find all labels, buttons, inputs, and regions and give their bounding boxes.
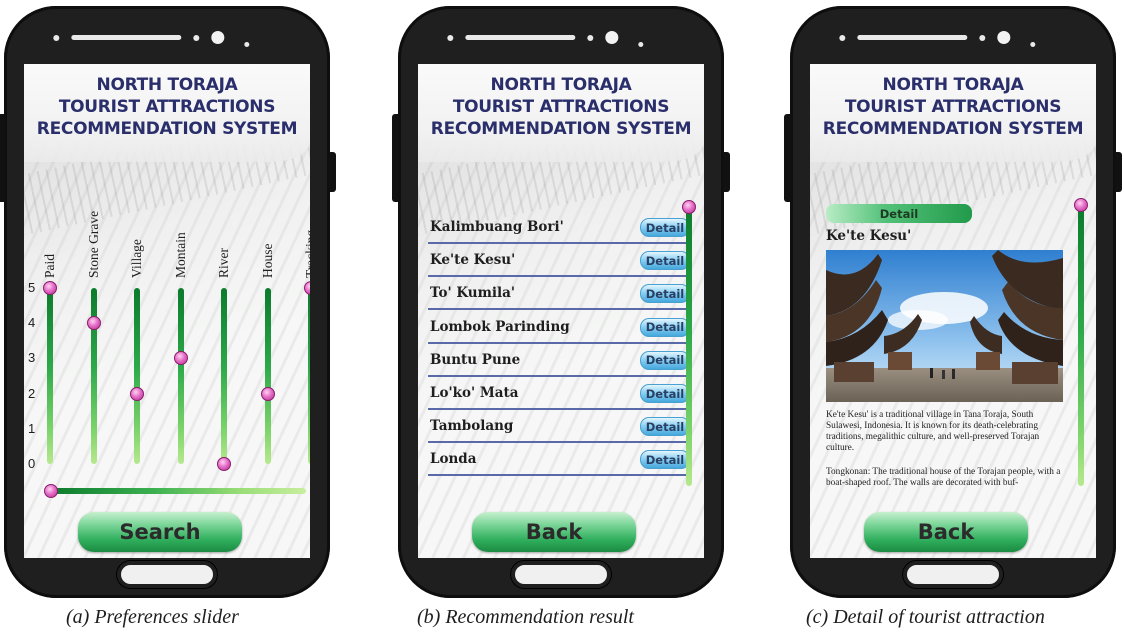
attraction-description-more: Tongkonan: The traditional house of the …	[826, 467, 1061, 488]
app-title: NORTH TORAJA TOURIST ATTRACTIONS RECOMME…	[430, 75, 692, 139]
scale-label: 4	[28, 315, 36, 331]
volume-button	[784, 114, 791, 202]
detail-button[interactable]: Detail	[640, 350, 690, 370]
slider-knob[interactable]	[217, 457, 231, 471]
list-item: Kalimbuang Bori' Detail	[428, 214, 690, 244]
list-item: Lo'ko' Mata Detail	[428, 380, 690, 410]
slider-knob[interactable]	[260, 386, 275, 401]
scale-label: 0	[28, 456, 36, 471]
slider-label: Montain	[172, 232, 188, 278]
speaker-bar	[447, 28, 644, 47]
power-button	[1115, 152, 1122, 192]
slider-track[interactable]	[134, 288, 140, 464]
attraction-name: Buntu Pune	[430, 351, 521, 368]
slider-track[interactable]	[47, 288, 53, 464]
detail-button[interactable]: Detail	[640, 450, 690, 470]
detail-button[interactable]: Detail	[640, 384, 690, 403]
list-item: Lombok Parinding Detail	[428, 314, 690, 344]
scale-label: 1	[28, 420, 36, 436]
app-title: NORTH TORAJA TOURIST ATTRACTIONS RECOMME…	[36, 75, 298, 139]
detail-button[interactable]: Detail	[640, 251, 690, 271]
list-item: Tambolang Detail	[428, 413, 690, 444]
volume-button	[0, 114, 5, 202]
scale-label: 5	[28, 280, 36, 295]
attraction-photo	[826, 250, 1063, 402]
caption-a: (a) Preferences slider	[66, 606, 239, 628]
list-item: Ke'te Kesu' Detail	[428, 247, 690, 278]
detail-tab[interactable]: Detail	[826, 204, 972, 223]
slider-knob[interactable]	[130, 386, 144, 401]
power-button	[723, 152, 730, 192]
volume-button	[392, 114, 399, 202]
slider-knob[interactable]	[43, 281, 57, 295]
slider-label: Stone Grave	[85, 210, 101, 278]
attraction-description: Ke'te Kesu' is a traditional village in …	[826, 410, 1040, 453]
home-button[interactable]	[903, 561, 1003, 588]
phone-frame-preferences: NORTH TORAJA TOURIST ATTRACTIONS RECOMME…	[0, 6, 336, 598]
caption-c: (c) Detail of tourist attraction	[806, 606, 1045, 628]
slider-label: Village	[129, 239, 144, 278]
slider-label: House	[259, 243, 275, 279]
front-camera-icon	[211, 31, 225, 44]
home-button[interactable]	[511, 561, 611, 588]
attraction-name: Tambolang	[430, 418, 514, 435]
detail-button[interactable]: Detail	[640, 417, 690, 437]
home-button[interactable]	[117, 561, 217, 588]
slider-track[interactable]	[308, 288, 310, 464]
slider-label: River	[216, 248, 231, 278]
list-scrollbar-thumb[interactable]	[682, 200, 696, 214]
slider-knob[interactable]	[173, 351, 188, 366]
slider-track[interactable]	[90, 288, 97, 464]
list-item: Buntu Pune Detail	[428, 347, 690, 377]
search-button[interactable]: Search	[78, 512, 242, 552]
speaker-bar	[53, 28, 250, 47]
attraction-name: Kalimbuang Bori'	[430, 219, 564, 235]
slider-track[interactable]	[221, 288, 227, 464]
detail-button[interactable]: Detail	[640, 218, 690, 237]
phone-frame-detail: NORTH TORAJA TOURIST ATTRACTIONS RECOMME…	[784, 6, 1122, 598]
caption-b: (b) Recommendation result	[417, 606, 634, 628]
detail-scrollbar-thumb[interactable]	[1074, 198, 1088, 212]
slider-track[interactable]	[177, 288, 184, 464]
slider-track[interactable]	[264, 288, 271, 464]
attraction-name: Lombok Parinding	[430, 318, 570, 335]
list-item: To' Kumila' Detail	[428, 280, 690, 311]
front-camera-icon	[605, 31, 619, 44]
list-scrollbar[interactable]	[686, 204, 692, 486]
attraction-name: Lo'ko' Mata	[430, 385, 519, 401]
front-camera-icon	[997, 31, 1011, 44]
attraction-name: Ke'te Kesu'	[826, 228, 912, 244]
slider-label: Paid	[42, 253, 57, 278]
slider-label: Tracking	[303, 229, 310, 278]
back-button[interactable]: Back	[864, 512, 1028, 552]
screen-detail: NORTH TORAJA TOURIST ATTRACTIONS RECOMME…	[810, 64, 1096, 558]
power-button	[329, 152, 336, 192]
horizontal-slider[interactable]	[50, 488, 306, 494]
screen-results: NORTH TORAJA TOURIST ATTRACTIONS RECOMME…	[418, 64, 704, 558]
screen-preferences: NORTH TORAJA TOURIST ATTRACTIONS RECOMME…	[24, 64, 310, 558]
app-title: NORTH TORAJA TOURIST ATTRACTIONS RECOMME…	[822, 75, 1084, 139]
scale-label: 3	[28, 350, 36, 366]
list-item: Londa Detail	[428, 446, 690, 477]
slider-knob[interactable]	[86, 316, 101, 331]
detail-button[interactable]: Detail	[640, 284, 690, 304]
scale-label: 2	[28, 385, 36, 401]
speaker-bar	[839, 28, 1036, 47]
back-button[interactable]: Back	[472, 512, 636, 552]
horizontal-slider-knob[interactable]	[44, 484, 58, 498]
phone-frame-results: NORTH TORAJA TOURIST ATTRACTIONS RECOMME…	[392, 6, 730, 598]
detail-button[interactable]: Detail	[640, 317, 690, 337]
attraction-name: Ke'te Kesu'	[430, 252, 516, 269]
detail-scrollbar[interactable]	[1078, 204, 1084, 486]
attraction-name: To' Kumila'	[430, 285, 516, 302]
attraction-name: Londa	[430, 451, 477, 468]
